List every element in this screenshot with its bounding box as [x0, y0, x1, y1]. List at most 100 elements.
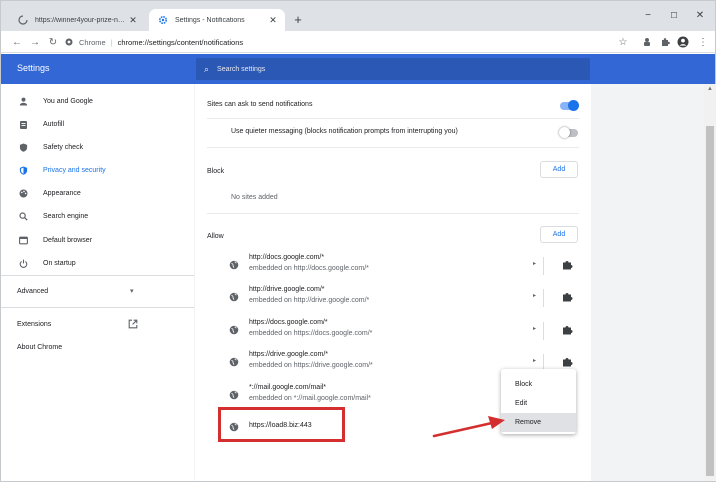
tab-strip: https://winner4your-prize-now.ic ✕ Setti… [1, 1, 715, 31]
shield-check-icon [17, 141, 29, 153]
site-context-menu: Block Edit Remove [501, 369, 576, 434]
settings-page: You and Google Autofill Safety check Pri… [1, 84, 716, 481]
sidebar-item-label: Privacy and security [43, 166, 106, 174]
globe-icon [229, 390, 239, 400]
tab-close-icon[interactable]: ✕ [267, 14, 279, 26]
chevron-right-icon[interactable]: ▸ [533, 292, 536, 299]
gear-icon [157, 14, 169, 26]
back-arrow-icon[interactable]: ← [9, 34, 25, 50]
browser-icon [17, 234, 29, 246]
search-icon [17, 210, 29, 222]
sidebar-item-label: On startup [43, 259, 76, 267]
site-pattern: http://docs.google.com/* [249, 254, 325, 261]
puzzle-icon[interactable] [657, 34, 673, 50]
person-icon [17, 95, 29, 107]
puzzle-icon[interactable] [561, 356, 573, 368]
chevron-down-icon[interactable]: ▾ [130, 287, 134, 295]
profile-avatar-icon[interactable] [675, 34, 691, 50]
new-tab-button[interactable]: + [291, 12, 305, 27]
site-label: Chrome [79, 37, 106, 47]
ask-notifications-toggle[interactable] [560, 100, 579, 111]
block-add-button[interactable]: Add [540, 161, 578, 178]
sidebar-divider [1, 275, 194, 276]
sidebar-item-extensions[interactable]: Extensions [17, 321, 51, 328]
chevron-right-icon[interactable]: ▸ [533, 260, 536, 267]
puzzle-icon[interactable] [561, 259, 573, 271]
sidebar-item-privacy-and-security[interactable]: Privacy and security [17, 162, 106, 178]
allow-site-row[interactable]: http://docs.google.com/* embedded on htt… [225, 251, 581, 281]
sidebar-item-label: Default browser [43, 236, 93, 244]
minimize-button[interactable]: − [637, 7, 659, 23]
allow-site-row[interactable]: https://docs.google.com/* embedded on ht… [225, 316, 581, 346]
menu-kebab-icon[interactable]: ⋮ [695, 34, 711, 50]
allow-site-row[interactable]: http://drive.google.com/* embedded on ht… [225, 283, 581, 313]
bookmark-star-icon[interactable]: ☆ [615, 34, 631, 50]
close-window-button[interactable]: ✕ [689, 7, 711, 23]
quieter-messaging-toggle[interactable] [559, 127, 578, 138]
open-in-new-icon[interactable] [128, 319, 138, 331]
allow-heading: Allow [207, 233, 224, 240]
sidebar-item-advanced[interactable]: Advanced [17, 288, 48, 295]
loading-spinner-icon [17, 14, 29, 26]
allow-add-button[interactable]: Add [540, 226, 578, 243]
reload-icon[interactable]: ↻ [45, 34, 61, 50]
palette-icon [17, 187, 29, 199]
site-pattern: http://drive.google.com/* [249, 286, 325, 293]
puzzle-icon[interactable] [561, 291, 573, 303]
sidebar-item-label: Autofill [43, 120, 65, 128]
divider [207, 213, 579, 214]
site-embedded: embedded on http://drive.google.com/* [249, 297, 370, 304]
sidebar-item-search-engine[interactable]: Search engine [17, 208, 88, 224]
sidebar-item-default-browser[interactable]: Default browser [17, 232, 92, 248]
sidebar-item-autofill[interactable]: Autofill [17, 116, 64, 132]
sidebar-item-safety-check[interactable]: Safety check [17, 139, 83, 155]
site-embedded: embedded on https://drive.google.com/* [249, 362, 373, 369]
sidebar-item-label: Safety check [43, 143, 84, 151]
shield-icon [17, 164, 29, 176]
sidebar-item-appearance[interactable]: Appearance [17, 185, 81, 201]
ask-notifications-label: Sites can ask to send notifications [207, 101, 313, 108]
globe-icon [229, 292, 239, 302]
quieter-messaging-label: Use quieter messaging (blocks notificati… [231, 128, 458, 135]
extension-icon[interactable] [639, 34, 655, 50]
browser-toolbar: ← → ↻ Chrome | chrome://settings/content… [1, 31, 715, 53]
power-icon [17, 257, 29, 269]
tab-settings[interactable]: Settings - Notifications ✕ [149, 9, 285, 31]
divider [207, 118, 579, 119]
sidebar-divider [1, 307, 194, 308]
page-title: Settings [17, 63, 50, 73]
site-pattern: https://docs.google.com/* [249, 319, 328, 326]
site-embedded: embedded on https://docs.google.com/* [249, 330, 373, 337]
sidebar-item-you-and-google[interactable]: You and Google [17, 93, 93, 109]
annotation-arrow-icon [432, 416, 505, 438]
tab-close-icon[interactable]: ✕ [127, 14, 139, 26]
chevron-right-icon[interactable]: ▸ [533, 357, 536, 364]
forward-arrow-icon[interactable]: → [27, 34, 43, 50]
sidebar-item-label: Search engine [43, 212, 89, 220]
search-icon: ⌕ [204, 63, 210, 74]
chrome-logo-icon [65, 38, 73, 46]
search-placeholder: Search settings [217, 65, 266, 73]
scroll-up-arrow-icon[interactable]: ▲ [704, 84, 716, 94]
search-settings-input[interactable]: ⌕ Search settings [196, 58, 590, 80]
scrollbar-thumb[interactable] [706, 126, 714, 476]
toggle-knob [559, 127, 570, 138]
omnibox-separator: | [110, 37, 113, 47]
settings-sidebar: You and Google Autofill Safety check Pri… [1, 84, 194, 481]
clipboard-icon [17, 118, 29, 130]
row-separator [543, 322, 544, 340]
address-bar[interactable]: Chrome | chrome://settings/content/notif… [65, 34, 605, 50]
sidebar-item-label: You and Google [43, 97, 93, 105]
chevron-right-icon[interactable]: ▸ [533, 325, 536, 332]
puzzle-icon[interactable] [561, 324, 573, 336]
maximize-button[interactable]: ☐ [663, 7, 685, 23]
tab-prize-site[interactable]: https://winner4your-prize-now.ic ✕ [9, 9, 145, 31]
menu-item-edit[interactable]: Edit [501, 394, 576, 413]
globe-icon [229, 357, 239, 367]
menu-item-remove[interactable]: Remove [501, 413, 576, 432]
sidebar-item-about-chrome[interactable]: About Chrome [17, 344, 62, 351]
sidebar-item-on-startup[interactable]: On startup [17, 255, 76, 271]
menu-item-block[interactable]: Block [501, 375, 576, 394]
tab-title: Settings - Notifications [175, 16, 245, 24]
globe-icon [229, 325, 239, 335]
